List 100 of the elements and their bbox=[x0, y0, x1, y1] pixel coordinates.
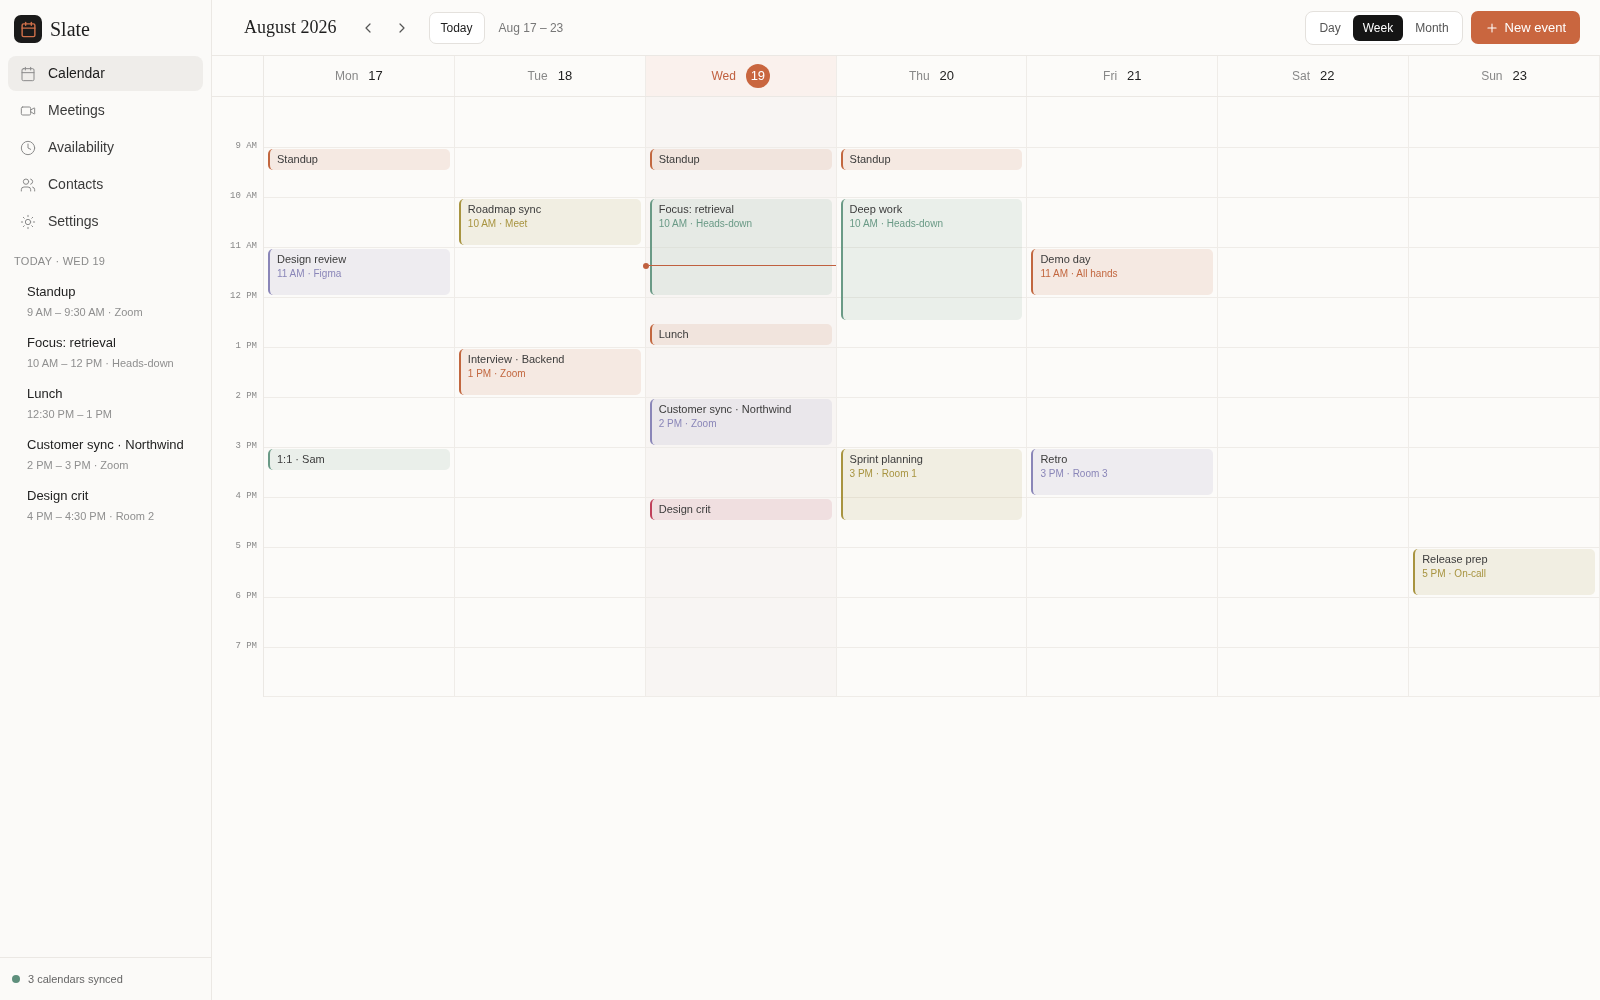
nav-item[interactable]: Meetings bbox=[8, 93, 203, 128]
weekday-label: Tue bbox=[527, 68, 548, 85]
calendar-event[interactable]: Retro 3 PM · Room 3 bbox=[1031, 449, 1214, 495]
weekday-label: Sun bbox=[1481, 68, 1503, 85]
agenda-title: Customer sync · Northwind bbox=[27, 435, 184, 454]
calendar-event[interactable]: Standup bbox=[649, 149, 832, 170]
calendar-event[interactable]: Lunch bbox=[649, 324, 832, 345]
event-detail: 3 PM · Room 3 bbox=[1040, 467, 1109, 480]
date-number: 20 bbox=[939, 67, 955, 86]
event-title: Interview · Backend bbox=[467, 352, 566, 367]
hour-label: 2 PM bbox=[235, 390, 257, 403]
event-title: Release prep bbox=[1422, 552, 1489, 567]
agenda-item[interactable]: Standup 9 AM – 9:30 AM · Zoom bbox=[27, 281, 184, 321]
hour-label: 7 PM bbox=[235, 640, 257, 653]
calendar-event[interactable]: Design crit bbox=[649, 499, 832, 520]
clock-icon bbox=[20, 139, 36, 156]
nav-item[interactable]: Settings bbox=[8, 204, 203, 239]
event-title: Roadmap sync bbox=[467, 202, 543, 217]
nav-item[interactable]: Availability bbox=[8, 130, 203, 165]
agenda-title: Focus: retrieval bbox=[27, 333, 117, 352]
sync-status: 3 calendars synced bbox=[28, 971, 123, 987]
calendar-event[interactable]: Sprint planning 3 PM · Room 1 bbox=[840, 449, 1023, 520]
day-header[interactable]: Sun 23 bbox=[1409, 56, 1600, 96]
app-logo-icon bbox=[14, 15, 42, 43]
plus-icon bbox=[1484, 20, 1499, 35]
agenda-item[interactable]: Customer sync · Northwind 2 PM – 3 PM · Zoom bbox=[27, 434, 184, 474]
agenda-item[interactable]: Design crit 4 PM – 4:30 PM · Room 2 bbox=[27, 485, 184, 525]
day-header[interactable]: Tue 18 bbox=[454, 56, 646, 96]
date-number: 22 bbox=[1320, 67, 1335, 86]
calendar-event[interactable]: Roadmap sync 10 AM · Meet bbox=[458, 199, 641, 245]
event-detail: 3 PM · Room 1 bbox=[849, 467, 918, 480]
agenda-item[interactable]: Lunch 12:30 PM – 1 PM bbox=[27, 383, 184, 423]
people-icon bbox=[20, 176, 36, 193]
event-title: Standup bbox=[849, 152, 892, 167]
nav-item[interactable]: Calendar bbox=[8, 56, 203, 91]
event-detail: 11 AM · All hands bbox=[1040, 267, 1119, 280]
calendar-event[interactable]: Focus: retrieval 10 AM · Heads-down bbox=[649, 199, 832, 295]
calendar-icon bbox=[20, 65, 36, 82]
hour-label: 12 PM bbox=[230, 290, 257, 303]
event-detail: 11 AM · Figma bbox=[277, 267, 343, 280]
event-title: Customer sync · Northwind bbox=[658, 402, 793, 417]
calendar-event[interactable]: 1:1 · Sam bbox=[268, 449, 450, 470]
calendar-event[interactable]: Release prep 5 PM · On-call bbox=[1413, 549, 1595, 595]
weekday-label: Sat bbox=[1291, 68, 1310, 85]
agenda-detail: 4 PM – 4:30 PM · Room 2 bbox=[27, 509, 156, 524]
date-number: 21 bbox=[1127, 67, 1142, 86]
event-title: Focus: retrieval bbox=[658, 202, 735, 217]
today-button[interactable]: Today bbox=[428, 11, 485, 44]
calendar-event[interactable]: Interview · Backend 1 PM · Zoom bbox=[458, 349, 641, 395]
day-header[interactable]: Thu 20 bbox=[836, 56, 1028, 96]
event-detail: 2 PM · Zoom bbox=[658, 417, 718, 430]
day-header[interactable]: Sat 22 bbox=[1218, 56, 1410, 96]
settings-icon bbox=[20, 213, 36, 230]
weekday-label: Mon bbox=[335, 68, 359, 85]
day-header[interactable]: Wed 19 bbox=[645, 56, 837, 96]
new-event-button[interactable]: New event bbox=[1470, 10, 1580, 45]
agenda-detail: 9 AM – 9:30 AM · Zoom bbox=[27, 305, 144, 320]
agenda-item[interactable]: Focus: retrieval 10 AM – 12 PM · Heads-down bbox=[27, 332, 184, 372]
calendar-event[interactable]: Standup bbox=[840, 149, 1023, 170]
event-title: Demo day bbox=[1040, 252, 1092, 267]
event-title: Deep work bbox=[849, 202, 904, 217]
event-title: Design crit bbox=[658, 502, 712, 517]
agenda-detail: 12:30 PM – 1 PM bbox=[27, 407, 113, 422]
agenda-title: Standup bbox=[27, 282, 77, 301]
date-number: 18 bbox=[557, 67, 573, 86]
calendar-event[interactable]: Standup bbox=[268, 149, 450, 170]
event-title: 1:1 · Sam bbox=[277, 452, 326, 467]
event-detail: 5 PM · On-call bbox=[1422, 567, 1488, 580]
calendar-event[interactable]: Design review 11 AM · Figma bbox=[268, 249, 450, 295]
calendar-event[interactable]: Deep work 10 AM · Heads-down bbox=[840, 199, 1023, 320]
date-number: 19 bbox=[745, 64, 770, 88]
app-name: Slate bbox=[50, 17, 90, 42]
nav-item[interactable]: Contacts bbox=[8, 167, 203, 202]
day-header[interactable]: Mon 17 bbox=[264, 56, 455, 96]
date-range: Aug 17 – 23 bbox=[498, 19, 564, 37]
weekday-label: Thu bbox=[908, 68, 930, 85]
agenda-title: Design crit bbox=[27, 486, 90, 505]
agenda-heading: TODAY · WED 19 bbox=[13, 254, 107, 269]
hour-label: 5 PM bbox=[235, 540, 257, 553]
agenda-detail: 10 AM – 12 PM · Heads-down bbox=[27, 356, 175, 371]
event-detail: 1 PM · Zoom bbox=[467, 367, 527, 380]
event-title: Sprint planning bbox=[849, 452, 924, 467]
day-header[interactable]: Fri 21 bbox=[1027, 56, 1219, 96]
event-title: Standup bbox=[277, 152, 319, 167]
calendar-event[interactable]: Demo day 11 AM · All hands bbox=[1031, 249, 1214, 295]
date-number: 23 bbox=[1512, 67, 1527, 86]
event-detail: 10 AM · Heads-down bbox=[658, 217, 754, 230]
agenda-detail: 2 PM – 3 PM · Zoom bbox=[27, 458, 130, 473]
view-tab[interactable]: Month bbox=[1405, 14, 1459, 41]
date-number: 17 bbox=[368, 67, 383, 86]
view-tab[interactable]: Day bbox=[1309, 14, 1351, 41]
weekday-label: Wed bbox=[711, 68, 736, 85]
hour-label: 1 PM bbox=[235, 340, 257, 353]
event-detail: 10 AM · Meet bbox=[467, 217, 529, 230]
agenda-title: Lunch bbox=[27, 384, 64, 403]
view-tab[interactable]: Week bbox=[1352, 14, 1404, 41]
hour-label: 9 AM bbox=[235, 140, 257, 153]
event-title: Lunch bbox=[658, 327, 690, 342]
calendar-event[interactable]: Customer sync · Northwind 2 PM · Zoom bbox=[649, 399, 832, 445]
hour-label: 10 AM bbox=[230, 190, 257, 203]
